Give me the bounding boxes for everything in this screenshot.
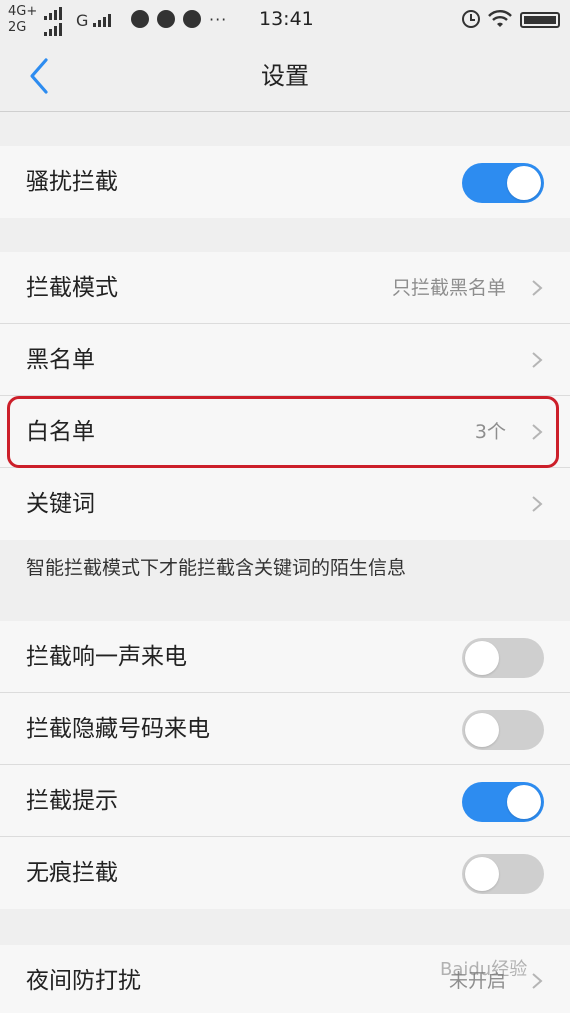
- setting-label: 拦截响一声来电: [26, 644, 187, 670]
- signal-icon: [44, 23, 62, 36]
- network-type-primary: 4G+: [8, 4, 38, 19]
- setting-label: 黑名单: [26, 347, 95, 373]
- note-text: 智能拦截模式下才能拦截含关键词的陌生信息: [26, 557, 407, 579]
- signal-icon: [44, 7, 62, 20]
- block-notice-toggle[interactable]: [462, 782, 544, 822]
- settings-group-lists: 拦截模式 只拦截黑名单 黑名单 白名单 3个 关键词: [0, 252, 570, 540]
- app-notification-icon: [157, 10, 175, 28]
- setting-label: 拦截模式: [26, 275, 118, 301]
- silent-block-toggle[interactable]: [462, 854, 544, 894]
- toggle-knob: [507, 166, 541, 200]
- setting-label: 夜间防打扰: [26, 968, 141, 994]
- harassment-block-toggle[interactable]: [462, 163, 544, 203]
- hidden-number-toggle[interactable]: [462, 710, 544, 750]
- setting-row-block-notice[interactable]: 拦截提示: [0, 765, 570, 837]
- clock: 13:41: [259, 8, 314, 30]
- chevron-right-icon: [532, 496, 543, 512]
- setting-label: 拦截隐藏号码来电: [26, 716, 210, 742]
- chevron-right-icon: [532, 424, 543, 440]
- setting-label: 关键词: [26, 491, 95, 517]
- signal-icon: [93, 14, 111, 27]
- back-button[interactable]: [20, 54, 60, 98]
- setting-row-block-mode[interactable]: 拦截模式 只拦截黑名单: [0, 252, 570, 324]
- carrier-label: G: [76, 11, 89, 30]
- watermark: Baidu经验: [440, 959, 528, 980]
- setting-row-keywords[interactable]: 关键词: [0, 468, 570, 540]
- setting-label: 无痕拦截: [26, 860, 118, 886]
- setting-row-hidden-number[interactable]: 拦截隐藏号码来电: [0, 693, 570, 765]
- toggle-knob: [465, 713, 499, 747]
- setting-label: 骚扰拦截: [26, 169, 118, 195]
- keyword-note: 智能拦截模式下才能拦截含关键词的陌生信息: [0, 543, 570, 591]
- settings-group-main: 骚扰拦截: [0, 146, 570, 218]
- network-type-secondary: 2G: [8, 20, 27, 35]
- one-ring-toggle[interactable]: [462, 638, 544, 678]
- setting-row-whitelist[interactable]: 白名单 3个: [0, 396, 570, 468]
- network-indicator: 4G+ 2G: [8, 5, 78, 37]
- chevron-right-icon: [532, 973, 543, 989]
- wifi-icon: [488, 10, 512, 27]
- nav-bar: 设置: [0, 40, 570, 112]
- alarm-icon: [462, 10, 480, 28]
- setting-row-one-ring[interactable]: 拦截响一声来电: [0, 621, 570, 693]
- chevron-right-icon: [532, 352, 543, 368]
- setting-row-harassment-block[interactable]: 骚扰拦截: [0, 146, 570, 218]
- toggle-knob: [465, 641, 499, 675]
- app-notification-icon: [183, 10, 201, 28]
- setting-row-silent-block[interactable]: 无痕拦截: [0, 837, 570, 909]
- chevron-left-icon: [30, 58, 48, 94]
- setting-value: 3个: [474, 421, 506, 443]
- toggle-knob: [465, 857, 499, 891]
- app-notification-icon: [131, 10, 149, 28]
- page-title: 设置: [261, 62, 309, 90]
- setting-value: 只拦截黑名单: [391, 277, 506, 299]
- settings-group-call-options: 拦截响一声来电 拦截隐藏号码来电 拦截提示 无痕拦截: [0, 621, 570, 909]
- more-notifications-icon: ···: [209, 10, 228, 29]
- status-bar: 4G+ 2G G ··· 13:41: [0, 0, 570, 40]
- chevron-right-icon: [532, 280, 543, 296]
- setting-label: 拦截提示: [26, 788, 118, 814]
- battery-icon: [520, 12, 560, 28]
- setting-row-blacklist[interactable]: 黑名单: [0, 324, 570, 396]
- toggle-knob: [507, 785, 541, 819]
- setting-label: 白名单: [26, 419, 95, 445]
